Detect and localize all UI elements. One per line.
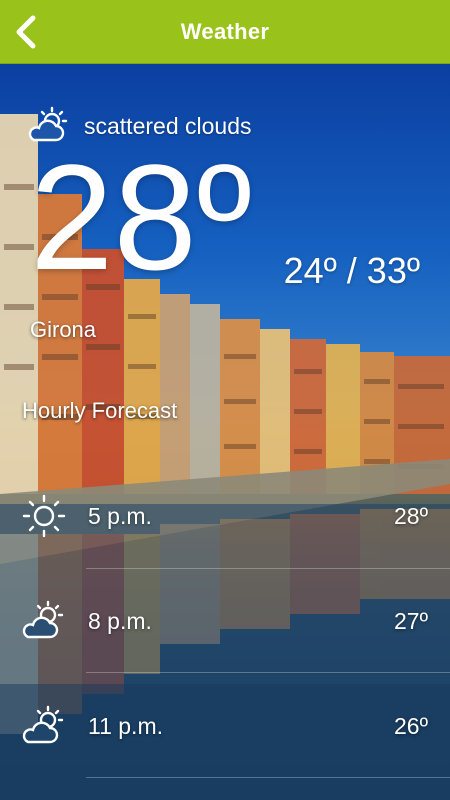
chevron-left-icon: [16, 15, 36, 49]
hourly-row: 8 p.m. 27º: [0, 591, 450, 651]
hourly-temp: 27º: [394, 607, 428, 634]
app-header: Weather: [0, 0, 450, 64]
divider: [86, 777, 450, 778]
hourly-temp: 26º: [394, 712, 428, 739]
partly-cloudy-icon: [22, 705, 64, 744]
divider: [86, 672, 450, 673]
page-title: Weather: [180, 18, 270, 44]
hourly-row: 11 p.m. 26º: [0, 696, 450, 756]
hourly-time: 5 p.m.: [88, 502, 152, 529]
city-name: Girona: [30, 317, 97, 342]
hourly-temp: 28º: [394, 502, 428, 529]
current-temperature: 28º: [30, 133, 252, 301]
sun-icon: [22, 494, 66, 538]
hourly-time: 11 p.m.: [88, 712, 163, 739]
back-button[interactable]: [6, 10, 46, 54]
hourly-forecast-title: Hourly Forecast: [22, 398, 178, 423]
temperature-range: 24º / 33º: [283, 250, 420, 291]
hourly-time: 8 p.m.: [88, 607, 152, 634]
partly-cloudy-icon: [22, 600, 64, 639]
divider: [86, 568, 450, 569]
hourly-row: 5 p.m. 28º: [0, 486, 450, 546]
weather-panel: scattered clouds 28º 24º / 33º Girona Ho…: [0, 64, 450, 800]
